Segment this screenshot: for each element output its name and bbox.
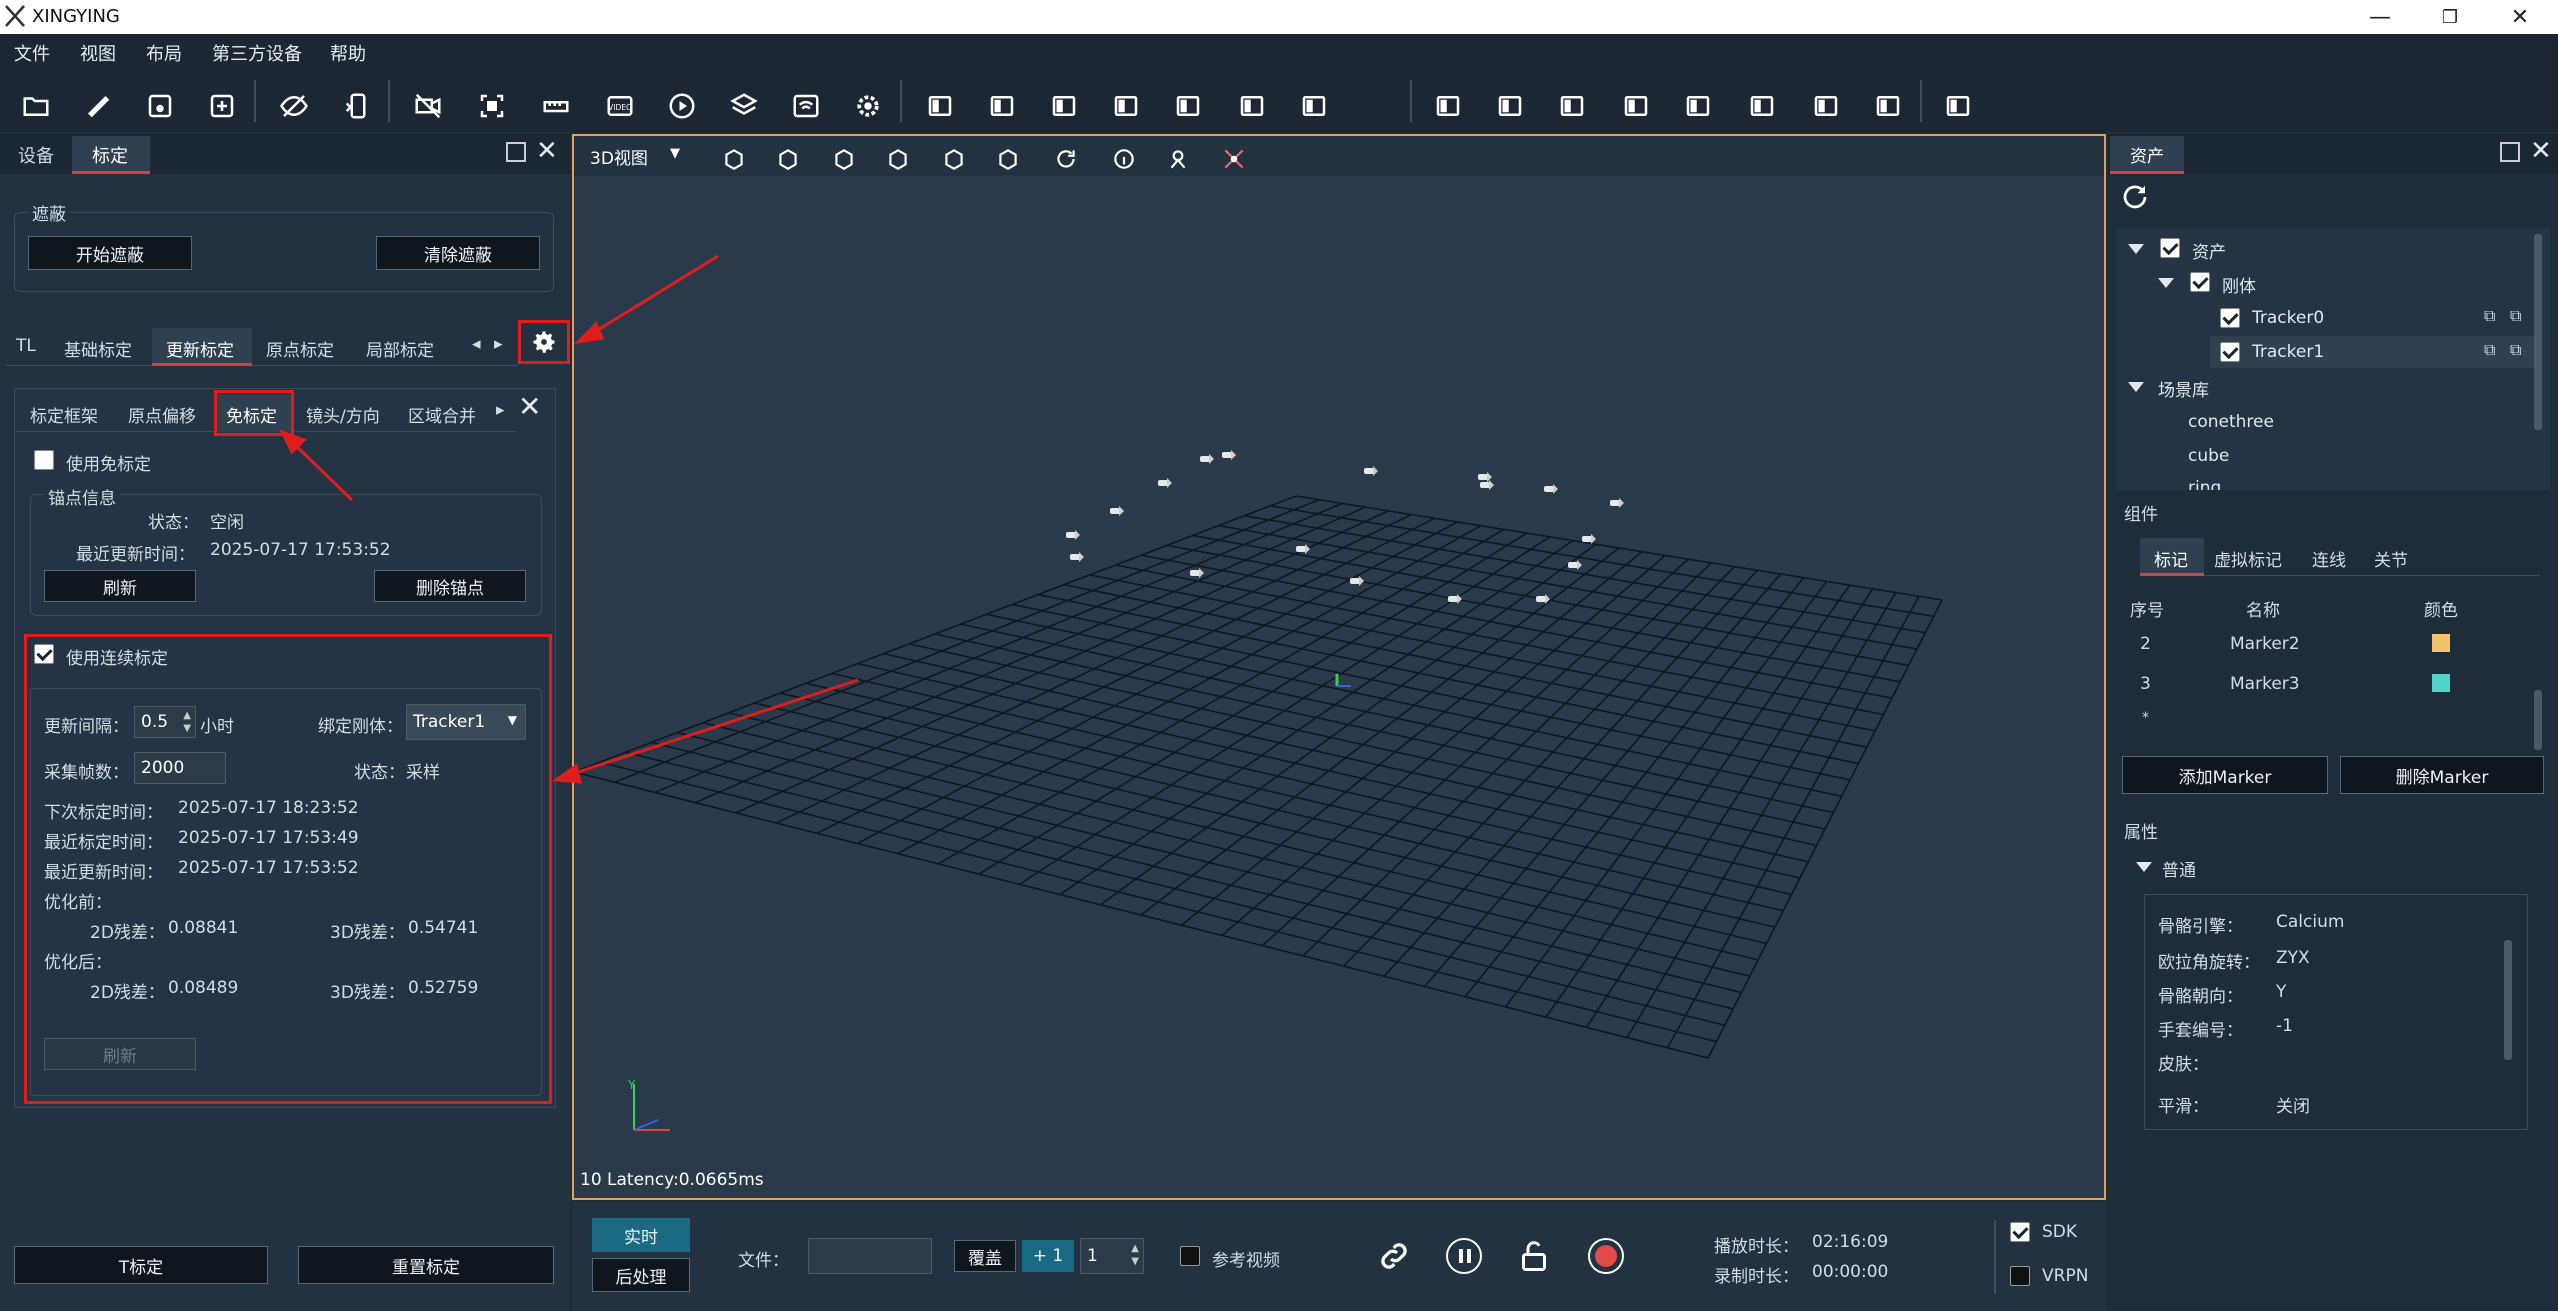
play-duration-value: 02:16:09 — [1812, 1232, 1889, 1252]
marker-row-index: 3 — [2140, 674, 2151, 694]
comp-tab-marker-label: 标记 — [2154, 551, 2188, 571]
sdk-label: SDK — [2042, 1222, 2078, 1242]
prop-value[interactable]: Calcium — [2276, 912, 2344, 932]
refresh-icon[interactable] — [2120, 182, 2150, 212]
tree-tracker1[interactable]: Tracker1 — [2252, 342, 2324, 362]
col-index: 序号 — [2130, 601, 2164, 621]
comp-tab-joint[interactable]: 关节 — [2374, 546, 2408, 571]
prop-key: 皮肤： — [2158, 1055, 2209, 1075]
ref-video-checkbox[interactable] — [1180, 1246, 1200, 1266]
realtime-button[interactable]: 实时 — [592, 1218, 690, 1252]
prop-key: 手套编号： — [2158, 1021, 2243, 1041]
record-icon[interactable] — [1588, 1238, 1624, 1274]
add-marker-button[interactable]: 添加Marker — [2122, 756, 2328, 794]
prop-value[interactable]: -1 — [2276, 1016, 2293, 1036]
tree-tracker0[interactable]: Tracker0 — [2252, 308, 2324, 328]
pause-icon[interactable] — [1446, 1238, 1482, 1274]
tree-expand-icon[interactable] — [2128, 382, 2144, 392]
prop-value[interactable]: 关闭 — [2276, 1092, 2310, 1117]
tab-assets-label: 资产 — [2130, 147, 2164, 167]
tree-scene-library[interactable]: 场景库 — [2158, 376, 2209, 401]
link-icon[interactable] — [1376, 1238, 1412, 1274]
marker-row-name[interactable]: Marker3 — [2230, 674, 2300, 694]
tracker1-action-icon[interactable]: ⧉ — [2484, 340, 2495, 360]
bottom-divider — [1994, 1220, 1996, 1294]
postprocess-button[interactable]: 后处理 — [592, 1258, 690, 1292]
rigid-body-checkbox[interactable] — [2190, 272, 2210, 292]
sdk-checkbox[interactable] — [2010, 1222, 2030, 1242]
file-input[interactable] — [808, 1238, 932, 1274]
col-color: 颜色 — [2424, 601, 2458, 621]
props-scrollbar[interactable] — [2504, 940, 2512, 1060]
tree-expand-icon[interactable] — [2128, 244, 2144, 254]
tracker0-checkbox[interactable] — [2220, 308, 2240, 328]
prop-key: 平滑： — [2158, 1097, 2209, 1117]
prop-key: 欧拉角旋转： — [2158, 953, 2260, 973]
vrpn-checkbox[interactable] — [2010, 1266, 2030, 1286]
tracker0-action2-icon[interactable]: ⧉ — [2510, 306, 2521, 326]
float-right-panel-icon[interactable] — [2500, 142, 2520, 162]
marker-row-index: 2 — [2140, 634, 2151, 654]
assets-checkbox[interactable] — [2160, 238, 2180, 258]
increment-value: 1 — [1087, 1246, 1098, 1266]
file-label: 文件： — [738, 1251, 789, 1271]
prop-value[interactable]: ZYX — [2276, 948, 2310, 968]
marker-color-swatch[interactable] — [2432, 674, 2450, 692]
components-title: 组件 — [2124, 505, 2158, 525]
props-expand-icon[interactable] — [2136, 862, 2152, 872]
tree-rigid-body[interactable]: 刚体 — [2222, 272, 2256, 297]
col-name: 名称 — [2246, 601, 2280, 621]
comp-tab-virtual-marker[interactable]: 虚拟标记 — [2214, 546, 2282, 571]
bottom-bar — [572, 1202, 2106, 1311]
new-row-placeholder[interactable]: * — [2142, 710, 2149, 726]
delete-marker-button[interactable]: 删除Marker — [2340, 756, 2544, 794]
prop-key: 骨骼引擎： — [2158, 917, 2243, 937]
tree-ring[interactable]: ring — [2188, 478, 2221, 490]
vrpn-label: VRPN — [2042, 1266, 2089, 1286]
prop-value[interactable]: Y — [2276, 982, 2286, 1002]
ref-video-label: 参考视频 — [1212, 1251, 1280, 1271]
rec-duration-label: 录制时长： — [1714, 1267, 1799, 1287]
comp-tab-link[interactable]: 连线 — [2312, 546, 2346, 571]
plus-one-button[interactable]: + 1 — [1022, 1240, 1074, 1272]
tracker1-action2-icon[interactable]: ⧉ — [2510, 340, 2521, 360]
props-group-label: 普通 — [2162, 861, 2196, 881]
increment-spinbox[interactable]: 1 ▲ ▼ — [1080, 1238, 1144, 1274]
rec-duration-value: 00:00:00 — [1812, 1262, 1889, 1282]
increment-spin-icon[interactable]: ▲ ▼ — [1131, 1242, 1139, 1268]
marker-color-swatch[interactable] — [2432, 634, 2450, 652]
marker-row-name[interactable]: Marker2 — [2230, 634, 2300, 654]
close-right-panel-icon[interactable]: ✕ — [2530, 136, 2552, 166]
tree-conethree[interactable]: conethree — [2188, 412, 2274, 432]
prop-key: 骨骼朝向： — [2158, 987, 2243, 1007]
tree-expand-icon[interactable] — [2158, 278, 2174, 288]
unlock-icon[interactable] — [1516, 1238, 1552, 1274]
tree-assets[interactable]: 资产 — [2192, 238, 2226, 263]
properties-title: 属性 — [2124, 823, 2158, 843]
play-duration-label: 播放时长： — [1714, 1237, 1799, 1257]
tracker0-action-icon[interactable]: ⧉ — [2484, 306, 2495, 326]
tracker1-checkbox[interactable] — [2220, 342, 2240, 362]
tree-cube[interactable]: cube — [2188, 446, 2229, 466]
marker-table-scrollbar[interactable] — [2534, 690, 2542, 750]
overwrite-button[interactable]: 覆盖 — [954, 1240, 1016, 1272]
tree-scrollbar[interactable] — [2534, 234, 2542, 430]
